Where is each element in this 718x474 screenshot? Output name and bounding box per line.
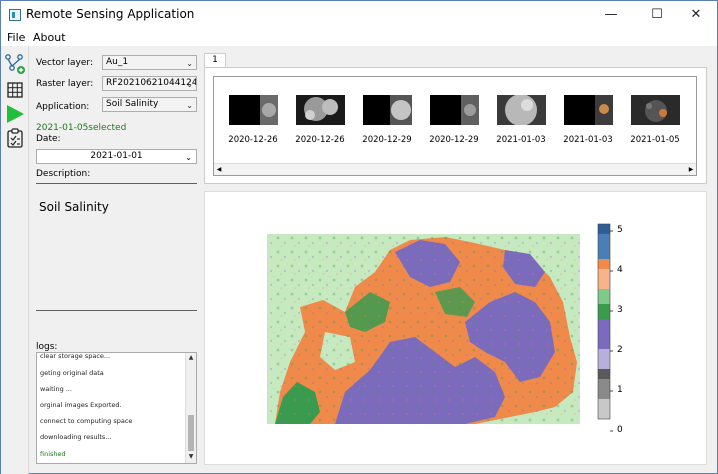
description-area[interactable]: Soil Salinity: [36, 183, 197, 311]
logs-scrollbar[interactable]: ▲ ▼: [185, 353, 196, 463]
colorbar: [597, 223, 613, 432]
description-label: Description:: [36, 169, 91, 179]
log-line: orginal images Exported.: [40, 401, 122, 409]
thumbnail-image[interactable]: [229, 95, 278, 125]
menu-about[interactable]: About: [33, 31, 66, 44]
log-line: downloading results...: [40, 433, 112, 441]
thumbnail-date: 2020-12-26: [295, 135, 345, 145]
thumbnail-image[interactable]: [564, 95, 613, 125]
vector-layer-select[interactable]: Au_1 ⌄: [102, 55, 197, 70]
thumbnails-frame: 2020-12-26 2020-12-26 2020-12-29 2020-12…: [204, 67, 707, 184]
result-map-panel: 5 4 3 2 1 0: [204, 191, 707, 465]
scroll-thumb[interactable]: [188, 415, 194, 451]
vector-layer-value: Au_1: [106, 57, 129, 67]
colorbar-tick: 3: [617, 305, 623, 315]
application-value: Soil Salinity: [106, 99, 159, 109]
close-button[interactable]: ✕: [676, 1, 716, 28]
menu-file[interactable]: File: [7, 31, 25, 44]
scroll-down-icon[interactable]: ▼: [186, 452, 196, 462]
colorbar-tick: 1: [617, 385, 623, 395]
colorbar-tick: 0: [617, 425, 623, 435]
thumbnail-strip: 2020-12-26 2020-12-26 2020-12-29 2020-12…: [213, 76, 697, 176]
raster-layer-select[interactable]: RF20210621044124 ⌄: [102, 76, 197, 91]
maximize-button[interactable]: ☐: [637, 1, 677, 28]
colorbar-tick: 4: [617, 265, 623, 275]
colorbar-tick: 5: [617, 225, 623, 235]
chevron-down-icon: ⌄: [186, 80, 193, 89]
menu-bar: File About: [1, 28, 717, 46]
application-select[interactable]: Soil Salinity ⌄: [102, 97, 197, 112]
results-panel: 1 2020-12-26 2020-12-26 2020-12-29 2020-…: [204, 46, 717, 474]
thumbnail-image[interactable]: [497, 95, 546, 125]
log-line: finished: [40, 450, 66, 458]
scroll-right-icon[interactable]: ▶: [686, 164, 696, 175]
window-title: Remote Sensing Application: [26, 7, 195, 21]
chevron-down-icon: ⌄: [185, 153, 192, 162]
colorbar-tick: 2: [617, 345, 623, 355]
logs-label: logs:: [36, 342, 58, 352]
log-line: clear storage space...: [40, 352, 111, 360]
thumbnail-scrollbar[interactable]: ◀ ▶: [214, 163, 696, 175]
thumbnail-image[interactable]: [430, 95, 479, 125]
scroll-up-icon[interactable]: ▲: [186, 353, 196, 363]
minimize-button[interactable]: —: [591, 1, 631, 28]
chevron-down-icon: ⌄: [186, 59, 193, 68]
thumbnail-date: 2021-01-03: [496, 135, 546, 145]
thumbnail-date: 2021-01-05: [630, 135, 680, 145]
side-toolbar: [1, 46, 29, 474]
title-bar: Remote Sensing Application — ☐ ✕: [1, 1, 717, 28]
vector-add-icon[interactable]: [4, 53, 26, 75]
scroll-left-icon[interactable]: ◀: [214, 164, 224, 175]
vector-layer-label: Vector layer:: [36, 58, 93, 68]
date-value: 2021-01-01: [90, 151, 143, 161]
grid-icon[interactable]: [4, 79, 26, 101]
control-panel: Vector layer: Au_1 ⌄ Raster layer: RF202…: [29, 46, 201, 474]
raster-layer-value: RF20210621044124: [106, 78, 197, 88]
date-label: Date:: [36, 134, 61, 144]
date-picker[interactable]: 2021-01-01 ⌄: [36, 149, 197, 164]
app-icon: [9, 9, 21, 21]
thumbnail-image[interactable]: [631, 95, 680, 125]
thumbnail-date: 2021-01-03: [563, 135, 613, 145]
app-window: Remote Sensing Application — ☐ ✕ File Ab…: [0, 0, 718, 474]
thumbnail-date: 2020-12-29: [429, 135, 479, 145]
thumbnail-image[interactable]: [363, 95, 412, 125]
play-icon[interactable]: [4, 103, 26, 125]
logs-list[interactable]: clear storage space... geting original d…: [36, 352, 197, 464]
description-text: Soil Salinity: [39, 200, 109, 214]
soil-salinity-map: [267, 223, 613, 432]
tab-1[interactable]: 1: [204, 53, 226, 67]
chevron-down-icon: ⌄: [186, 101, 193, 110]
log-line: connect to computing space: [40, 417, 133, 425]
application-label: Application:: [36, 102, 90, 112]
log-line: waiting ...: [40, 385, 72, 393]
log-line: geting original data: [40, 369, 104, 377]
selected-status: 2021-01-05selected: [36, 123, 127, 133]
thumbnail-date: 2020-12-29: [362, 135, 412, 145]
clipboard-icon[interactable]: [4, 127, 26, 149]
thumbnail-date: 2020-12-26: [228, 135, 278, 145]
raster-layer-label: Raster layer:: [36, 79, 94, 89]
thumbnail-image[interactable]: [296, 95, 345, 125]
